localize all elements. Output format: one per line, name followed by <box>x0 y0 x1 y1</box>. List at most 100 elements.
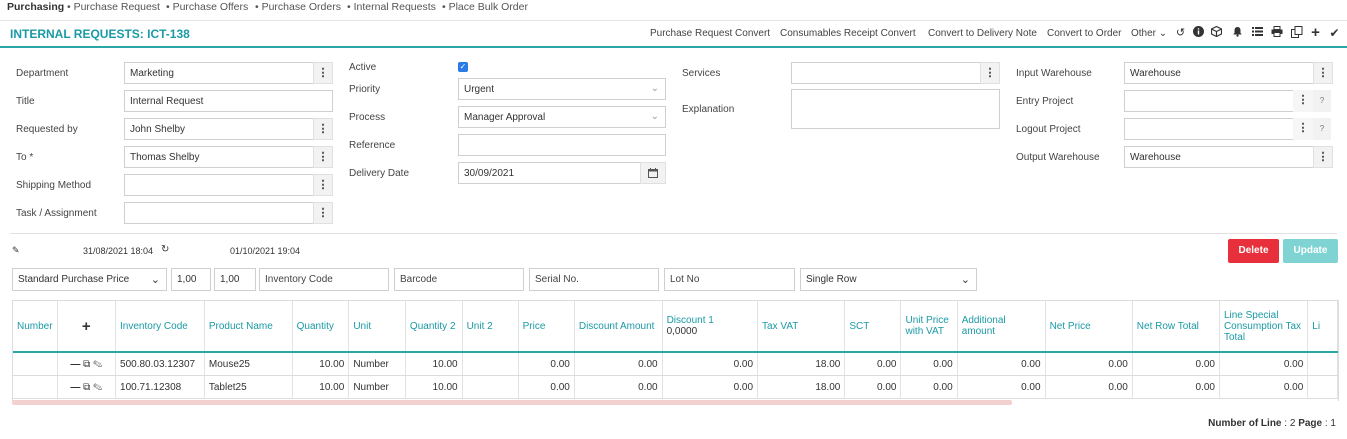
output-warehouse-more-icon[interactable]: ⋮ <box>1313 146 1333 168</box>
col-discount-1[interactable]: Discount 1 0,0000 <box>662 301 759 353</box>
logout-project-more-icon[interactable]: ⋮ <box>1293 118 1313 140</box>
consumables-receipt-convert-button[interactable]: Consumables Receipt Convert <box>780 28 916 39</box>
cell-sct: 0.00 <box>844 352 902 376</box>
remove-row-icon[interactable]: — <box>70 359 80 370</box>
requested-by-more-icon[interactable]: ⋮ <box>313 118 333 140</box>
col-number[interactable]: Number <box>13 301 58 353</box>
title-field[interactable]: Internal Request <box>124 90 333 112</box>
col-discount-1-value: 0,0000 <box>666 326 698 337</box>
services-field[interactable] <box>791 62 981 84</box>
input-warehouse-field[interactable]: Warehouse <box>1124 62 1314 84</box>
col-price[interactable]: Price <box>518 301 575 353</box>
input-warehouse-more-icon[interactable]: ⋮ <box>1313 62 1333 84</box>
to-field[interactable]: Thomas Shelby <box>124 146 314 168</box>
bell-icon[interactable] <box>1231 26 1244 40</box>
copy-row-icon[interactable]: ⧉ <box>83 359 90 370</box>
copy-icon[interactable] <box>1290 26 1303 40</box>
logout-project-label: Logout Project <box>1016 124 1081 135</box>
delivery-date-label: Delivery Date <box>349 168 410 179</box>
col-line-sct-total[interactable]: Line Special Consumption Tax Total <box>1219 301 1309 353</box>
entry-project-field[interactable] <box>1124 90 1294 112</box>
price-type-select[interactable]: Standard Purchase Price ⌄ <box>12 268 167 291</box>
add-row-button[interactable]: + <box>57 301 117 353</box>
list-icon[interactable] <box>1251 26 1264 40</box>
entry-project-help-icon[interactable]: ? <box>1313 90 1331 112</box>
cell-tax-vat: 18.00 <box>757 352 846 376</box>
other-menu-button[interactable]: Other ⌄ <box>1131 28 1167 39</box>
col-tax-vat[interactable]: Tax VAT <box>757 301 846 353</box>
edit-row-icon[interactable]: ✎ <box>93 359 102 370</box>
serial-no-input[interactable]: Serial No. <box>529 268 659 291</box>
quantity-2-field[interactable]: 1,00 <box>214 268 256 291</box>
cube-icon[interactable] <box>1210 25 1223 40</box>
input-warehouse-label: Input Warehouse <box>1016 68 1092 79</box>
reference-field[interactable] <box>458 134 666 156</box>
col-additional-amount[interactable]: Additional amount <box>957 301 1046 353</box>
nav-purchase-offers[interactable]: • Purchase Offers <box>166 1 248 13</box>
edit-row-icon[interactable]: ✎ <box>93 382 102 393</box>
cell-quantity-2: 10.00 <box>405 375 463 399</box>
col-inventory-code[interactable]: Inventory Code <box>115 301 205 353</box>
task-more-icon[interactable]: ⋮ <box>313 202 333 224</box>
quantity-1-field[interactable]: 1,00 <box>171 268 211 291</box>
refresh-icon[interactable]: ↻ <box>161 244 169 255</box>
info-icon[interactable] <box>1192 26 1205 40</box>
task-field[interactable] <box>124 202 314 224</box>
table-row[interactable]: — ⧉ ✎ 100.71.12308 Tablet25 10.00 Number… <box>13 375 1338 399</box>
horizontal-scrollbar[interactable] <box>12 400 1012 405</box>
lot-no-input[interactable]: Lot No <box>664 268 795 291</box>
calendar-icon[interactable] <box>640 162 666 184</box>
entry-project-more-icon[interactable]: ⋮ <box>1293 90 1313 112</box>
nav-place-bulk-order[interactable]: • Place Bulk Order <box>442 1 528 13</box>
logout-project-field[interactable] <box>1124 118 1294 140</box>
shipping-method-field[interactable] <box>124 174 314 196</box>
col-quantity-2[interactable]: Quantity 2 <box>405 301 463 353</box>
copy-row-icon[interactable]: ⧉ <box>83 382 90 393</box>
col-quantity[interactable]: Quantity <box>292 301 350 353</box>
department-more-icon[interactable]: ⋮ <box>313 62 333 84</box>
department-field[interactable]: Marketing <box>124 62 314 84</box>
convert-to-order-button[interactable]: Convert to Order <box>1047 28 1121 39</box>
services-more-icon[interactable]: ⋮ <box>980 62 1000 84</box>
purchase-request-convert-button[interactable]: Purchase Request Convert <box>650 28 770 39</box>
col-unit[interactable]: Unit <box>348 301 406 353</box>
check-icon[interactable]: ✔ <box>1328 26 1341 40</box>
col-li[interactable]: Li <box>1307 301 1338 353</box>
print-icon[interactable] <box>1270 26 1283 40</box>
table-row[interactable]: — ⧉ ✎ 500.80.03.12307 Mouse25 10.00 Numb… <box>13 352 1338 376</box>
remove-row-icon[interactable]: — <box>70 382 80 393</box>
history-icon[interactable]: ↺ <box>1174 26 1187 40</box>
col-discount-amount[interactable]: Discount Amount <box>574 301 663 353</box>
logout-project-help-icon[interactable]: ? <box>1313 118 1331 140</box>
requested-by-field[interactable]: John Shelby <box>124 118 314 140</box>
col-sct[interactable]: SCT <box>844 301 902 353</box>
active-checkbox[interactable]: ✓ <box>458 62 468 72</box>
nav-internal-requests[interactable]: • Internal Requests <box>347 1 436 13</box>
col-unit-price-vat[interactable]: Unit Price with VAT <box>900 301 958 353</box>
department-label: Department <box>16 68 69 79</box>
delivery-date-field[interactable]: 30/09/2021 <box>458 162 641 184</box>
nav-purchasing[interactable]: Purchasing <box>7 1 64 13</box>
explanation-textarea[interactable] <box>791 89 1000 129</box>
to-more-icon[interactable]: ⋮ <box>313 146 333 168</box>
update-button[interactable]: Update <box>1283 239 1338 263</box>
convert-to-delivery-note-button[interactable]: Convert to Delivery Note <box>928 28 1037 39</box>
shipping-method-more-icon[interactable]: ⋮ <box>313 174 333 196</box>
nav-purchase-orders[interactable]: • Purchase Orders <box>255 1 341 13</box>
delete-button[interactable]: Delete <box>1228 239 1279 263</box>
process-select[interactable]: Manager Approval ⌄ <box>458 106 666 128</box>
row-mode-select[interactable]: Single Row ⌄ <box>800 268 977 291</box>
active-label: Active <box>349 62 377 73</box>
plus-icon[interactable]: + <box>1309 25 1322 40</box>
col-net-price[interactable]: Net Price <box>1045 301 1133 353</box>
priority-select[interactable]: Urgent ⌄ <box>458 78 666 100</box>
col-net-row-total[interactable]: Net Row Total <box>1132 301 1220 353</box>
col-unit-2[interactable]: Unit 2 <box>462 301 519 353</box>
barcode-input[interactable]: Barcode <box>394 268 524 291</box>
inventory-code-input[interactable]: Inventory Code <box>259 268 389 291</box>
output-warehouse-field[interactable]: Warehouse <box>1124 146 1314 168</box>
col-product-name[interactable]: Product Name <box>204 301 293 353</box>
nav-purchase-request[interactable]: • Purchase Request <box>67 1 160 13</box>
cell-unit-price-vat: 0.00 <box>900 375 958 399</box>
page-header: INTERNAL REQUESTS: ICT-138 Purchase Requ… <box>0 20 1347 48</box>
